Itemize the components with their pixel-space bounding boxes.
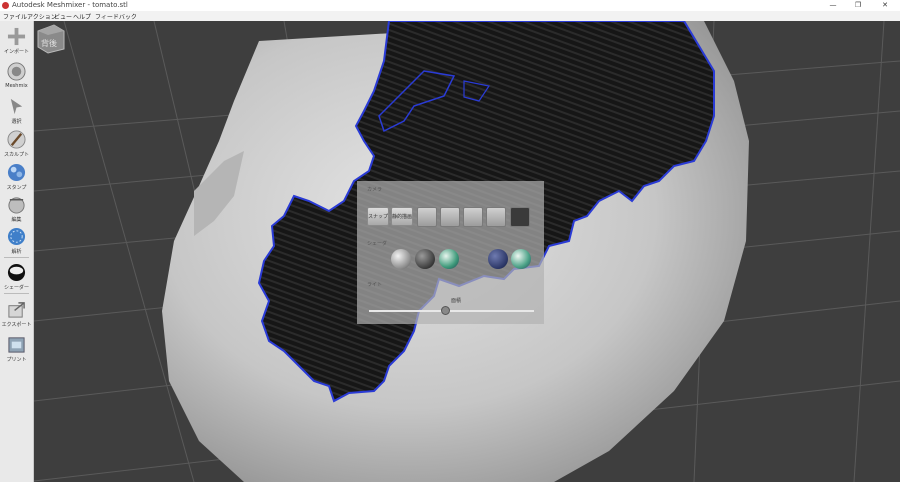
window-title: Autodesk Meshmixer - tomato.stl [12,1,128,9]
tool-select[interactable]: 選択 [0,95,33,129]
export-icon [8,302,25,318]
tool-meshmix[interactable]: Meshmix [0,60,33,94]
restore-button[interactable]: ❐ [847,0,869,11]
background-color-icon[interactable] [510,207,530,227]
menu-view[interactable]: ビュー [54,12,72,21]
print-icon [8,337,25,353]
zoom-fit-icon[interactable] [463,207,483,227]
panel-section-camera: カメラ [367,187,383,193]
tool-export[interactable]: エクスポート [0,298,33,332]
frame-icon[interactable] [486,207,506,227]
tool-stamp[interactable]: スタンプ [0,161,33,195]
edit-icon [8,197,25,214]
minimize-button[interactable]: — [822,0,844,11]
view-cube-icon[interactable]: 背後 [34,21,68,55]
toolbar-divider [4,257,29,258]
shader-green-icon[interactable] [439,249,459,269]
menu-action[interactable]: アクション [27,12,57,21]
import-plus-icon [7,27,26,46]
tool-analysis[interactable]: 解析 [0,225,33,259]
select-arrow-icon [10,98,23,115]
meshmix-icon [7,62,26,81]
tool-edit[interactable]: 編集 [0,193,33,227]
menu-help[interactable]: ヘルプ [73,12,91,21]
tool-print[interactable]: プリント [0,333,33,367]
area-slider-knob[interactable] [440,306,450,315]
navcube-label: 背後 [41,38,57,48]
tool-sculpt[interactable]: スカルプト [0,128,33,162]
stamp-icon [7,163,26,182]
area-slider-track[interactable] [369,310,534,312]
shader-navy-icon[interactable] [488,249,508,269]
close-button[interactable]: ✕ [874,0,896,11]
shader-dark-icon[interactable] [415,249,435,269]
meshmixer-logo-icon [2,2,9,9]
shader-icon [7,263,26,282]
sculpt-brush-icon [7,130,26,149]
toolbar-divider [4,293,29,294]
menu-feedback[interactable]: フィードバック [95,12,137,21]
shader-teal-icon[interactable] [511,249,531,269]
ortho-view-icon[interactable] [417,207,437,227]
panel-section-shader: シェーダ [367,241,388,247]
snap-button[interactable]: スナップ [367,207,389,226]
panel-section-light: ライト [367,282,383,288]
tool-sidebar: インポート Meshmix 選択 スカルプト スタンプ 編集 解析 シェーダー … [0,21,34,482]
title-bar: Autodesk Meshmixer - tomato.stl — ❐ ✕ [0,0,900,11]
pivot-icon[interactable] [440,207,460,227]
3d-viewport[interactable]: 背後 カメラ スナップ 静的描画 シェーダ ライト 面積 [34,21,900,482]
shader-grey-icon[interactable] [391,249,411,269]
static-render-button[interactable]: 静的描画 [391,207,413,226]
view-settings-panel: カメラ スナップ 静的描画 シェーダ ライト 面積 [357,181,544,324]
tool-import[interactable]: インポート [0,25,33,59]
tool-shader[interactable]: シェーダー [0,261,33,295]
analysis-icon [7,227,26,246]
slider-label: 面積 [451,298,462,304]
menu-file[interactable]: ファイル [3,12,27,21]
